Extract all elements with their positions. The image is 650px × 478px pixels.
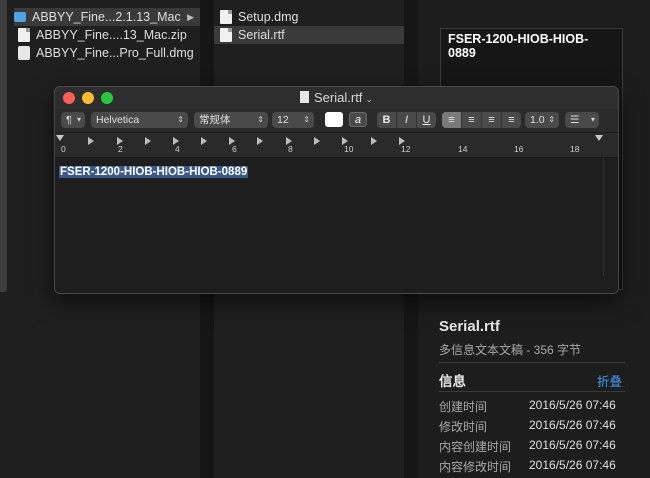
ruler-label: 0 (61, 144, 66, 154)
list-item-setup-dmg[interactable]: Setup.dmg (220, 8, 404, 26)
ruler-label: 10 (344, 144, 354, 154)
font-style-popup[interactable]: 常规体 ⇕ (194, 112, 268, 128)
ruler-label: 6 (232, 144, 237, 154)
tab-stop-icon[interactable] (371, 137, 377, 145)
list-item-label: ABBYY_Fine...Pro_Full.dmg (36, 46, 194, 60)
chevron-updown-icon: ⇕ (303, 115, 310, 124)
alignment-group: ≡ ≡ ≡ ≡ (442, 112, 521, 128)
metadata-value-created: 2016/5/26 07:46 (529, 398, 616, 412)
text-background-color-well[interactable] (325, 112, 343, 127)
ruler-label: 12 (401, 144, 411, 154)
tab-stop-icon[interactable] (314, 137, 320, 145)
ruler-label: 4 (175, 144, 180, 154)
list-item-folder-abbyy[interactable]: ABBYY_Fine...2.1.13_Mac ▶ (14, 8, 200, 26)
divider (439, 362, 625, 363)
preview-file-kind: 多信息文本文稿 - 356 字节 (439, 343, 582, 357)
disk-image-icon (220, 10, 232, 24)
metadata-key-content-modified: 内容修改时间 (439, 460, 512, 474)
list-item-label: ABBYY_Fine....13_Mac.zip (36, 28, 187, 42)
ruler-label: 16 (514, 144, 524, 154)
textedit-window: Serial.rtf ⌄ ¶ ▾ Helvetica ⇕ 常规体 ⇕ 12 ⇕ a B I… (54, 86, 619, 294)
window-titlebar[interactable]: Serial.rtf ⌄ (55, 87, 618, 109)
window-title[interactable]: Serial.rtf ⌄ (55, 90, 618, 105)
metadata-key-created: 创建时间 (439, 400, 488, 414)
selected-document-text[interactable]: FSER-1200-HIOB-HIOB-HIOB-0889 (59, 166, 249, 178)
chevron-updown-icon: ⇕ (177, 115, 184, 124)
list-item-dmg[interactable]: ABBYY_Fine...Pro_Full.dmg (18, 44, 198, 62)
chevron-updown-icon: ⇕ (257, 115, 264, 124)
line-spacing-label: 1.0 (530, 114, 545, 126)
format-toolbar: ¶ ▾ Helvetica ⇕ 常规体 ⇕ 12 ⇕ a B I U ≡ ≡ ≡ ≡ 1… (55, 109, 618, 133)
preview-file-name: Serial.rtf (439, 318, 500, 335)
column-1-scrollbar[interactable] (0, 0, 7, 292)
ruler-label: 14 (458, 144, 468, 154)
list-item-label: Setup.dmg (238, 10, 299, 24)
document-scrollbar[interactable] (603, 158, 604, 276)
chevron-down-icon: ▾ (590, 115, 595, 124)
divider (439, 391, 625, 392)
font-size-popup[interactable]: 12 ⇕ (272, 112, 314, 128)
paragraph-style-popup[interactable]: ¶ ▾ (61, 112, 85, 128)
preview-text: FSER-1200-HIOB-HIOB-0889 (448, 32, 589, 60)
disk-image-icon (18, 46, 30, 60)
ruler-label: 18 (570, 144, 580, 154)
tab-stop-icon[interactable] (201, 137, 207, 145)
chevron-down-icon: ▾ (76, 115, 81, 124)
ruler-label: 8 (288, 144, 293, 154)
list-item-label: ABBYY_Fine...2.1.13_Mac (32, 10, 181, 24)
metadata-value-content-created: 2016/5/26 07:46 (529, 438, 616, 452)
metadata-key-modified: 修改时间 (439, 420, 488, 434)
window-title-label: Serial.rtf (314, 90, 363, 105)
document-text-area[interactable]: FSER-1200-HIOB-HIOB-HIOB-0889 (55, 158, 618, 293)
tab-stop-icon[interactable] (145, 137, 151, 145)
font-family-label: Helvetica (96, 114, 140, 126)
list-item-label: Serial.rtf (238, 28, 285, 42)
align-left-icon[interactable]: ≡ (442, 112, 462, 128)
ruler[interactable]: 0 2 4 6 8 10 12 14 16 18 (55, 133, 618, 158)
font-family-popup[interactable]: Helvetica ⇕ (91, 112, 188, 128)
zip-document-icon (18, 28, 30, 42)
font-style-label: 常规体 (199, 114, 231, 126)
document-icon (300, 91, 310, 103)
chevron-right-icon: ▶ (187, 12, 194, 22)
list-style-popup[interactable]: ☰ ▾ (565, 112, 599, 128)
metadata-value-content-modified: 2016/5/26 07:46 (529, 458, 616, 472)
text-color-label: a (354, 114, 362, 126)
text-color-well[interactable]: a (349, 112, 367, 127)
bold-button[interactable]: B (377, 112, 397, 128)
rtf-document-icon (220, 28, 232, 42)
right-margin-marker[interactable] (595, 135, 603, 141)
text-style-group: B I U (377, 112, 436, 128)
align-center-icon[interactable]: ≡ (462, 112, 482, 128)
list-bullets-icon: ☰ (570, 114, 580, 126)
italic-button[interactable]: I (397, 112, 417, 128)
list-item-zip[interactable]: ABBYY_Fine....13_Mac.zip (18, 26, 198, 44)
tab-stop-icon[interactable] (88, 137, 94, 145)
paragraph-style-label: ¶ (66, 114, 72, 126)
underline-button[interactable]: U (417, 112, 436, 128)
chevron-down-icon: ⌄ (365, 94, 373, 104)
folder-icon (14, 12, 26, 22)
line-spacing-popup[interactable]: 1.0 ⇕ (525, 112, 559, 128)
metadata-key-content-created: 内容创建时间 (439, 440, 512, 454)
list-item-serial-rtf[interactable]: Serial.rtf (214, 26, 404, 44)
tab-stop-icon[interactable] (257, 137, 263, 145)
metadata-value-modified: 2016/5/26 07:46 (529, 418, 616, 432)
font-size-label: 12 (277, 114, 289, 126)
ruler-label: 2 (118, 144, 123, 154)
info-heading: 信息 (439, 374, 466, 389)
left-margin-marker[interactable] (56, 135, 64, 141)
align-right-icon[interactable]: ≡ (482, 112, 502, 128)
chevron-updown-icon: ⇕ (548, 115, 555, 124)
collapse-info-link[interactable]: 折叠 (597, 371, 622, 390)
align-justify-icon[interactable]: ≡ (502, 112, 521, 128)
